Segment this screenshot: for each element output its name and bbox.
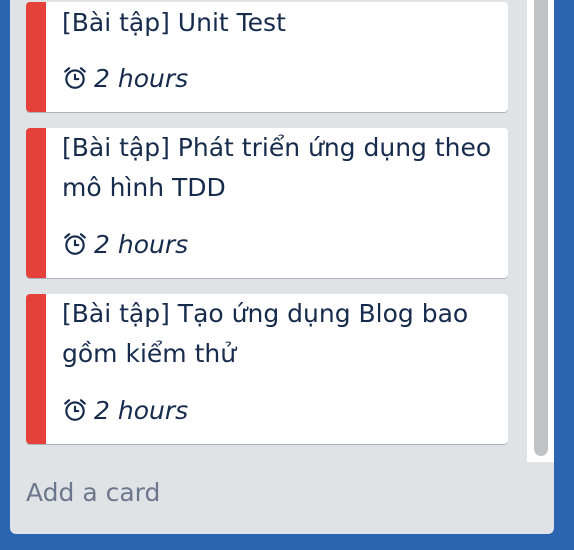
card-title: [Bài tập] Phát triển ứng dụng theo mô hì… (62, 128, 494, 208)
card-label-red (26, 128, 46, 278)
scrollbar-thumb[interactable] (534, 0, 548, 456)
clock-icon (64, 233, 86, 255)
card[interactable]: [Bài tập] Phát triển ứng dụng theo mô hì… (26, 128, 508, 278)
card-list: [Bài tập] Unit Test 2 hours [Bài tập] Ph… (10, 0, 554, 534)
card[interactable]: [Bài tập] Unit Test 2 hours (26, 2, 508, 112)
due-badge: 2 hours (62, 229, 188, 259)
card-label-red (26, 294, 46, 444)
scrollbar-track[interactable] (527, 0, 554, 462)
card[interactable]: [Bài tập] Tạo ứng dụng Blog bao gồm kiểm… (26, 294, 508, 444)
card-title-line: [Bài tập] Tạo ứng dụng Blog bao (62, 299, 469, 328)
due-badge: 2 hours (62, 395, 188, 425)
due-badge: 2 hours (62, 63, 188, 93)
card-label-red (26, 2, 46, 112)
card-title-line: gồm kiểm thử (62, 339, 237, 368)
card-title-line: mô hình TDD (62, 173, 226, 202)
card-title: [Bài tập] Unit Test (62, 8, 286, 37)
add-card-button[interactable]: Add a card (26, 478, 160, 507)
badge-text: 2 hours (94, 395, 189, 425)
badge-text: 2 hours (94, 63, 189, 93)
card-title-line: [Bài tập] Phát triển ứng dụng theo (62, 133, 492, 162)
card-title: [Bài tập] Tạo ứng dụng Blog bao gồm kiểm… (62, 294, 494, 374)
clock-icon (64, 399, 86, 421)
clock-icon (64, 67, 86, 89)
badge-text: 2 hours (94, 229, 189, 259)
